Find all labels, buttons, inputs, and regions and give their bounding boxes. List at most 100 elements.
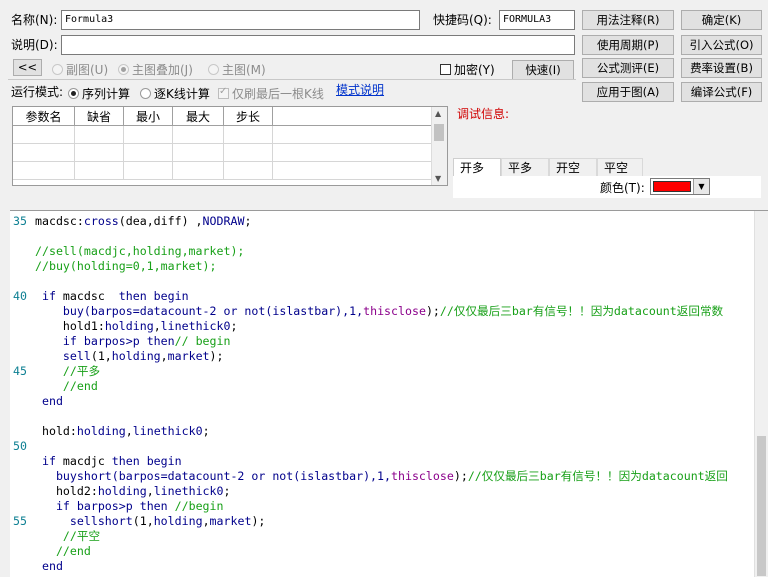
hotkey-label: 快捷码(Q): xyxy=(433,13,492,27)
code-token: //end xyxy=(35,379,98,393)
code-token: linethick0 xyxy=(153,484,224,498)
radio-main-chart[interactable]: 主图(M) xyxy=(208,61,266,78)
code-line[interactable]: hold2:holding,linethick0; xyxy=(10,484,231,499)
radio-circle xyxy=(118,64,129,75)
tab-close-short[interactable]: 平空 xyxy=(597,158,643,176)
color-select[interactable]: ▼ xyxy=(650,178,710,195)
params-header-cell: 缺省 xyxy=(74,107,124,126)
tab-open-short[interactable]: 开空 xyxy=(549,158,597,176)
name-input[interactable]: Formula3 xyxy=(61,10,420,30)
code-token: , xyxy=(202,514,210,528)
scroll-up-icon[interactable]: ▲ xyxy=(435,109,441,118)
code-token: //sell(macdjc,holding,market); xyxy=(35,244,245,258)
code-token: sell xyxy=(35,349,91,363)
refresh-last-bar-checkbox[interactable]: 仅刷最后一根K线 xyxy=(218,85,324,102)
editor-scrollbar[interactable] xyxy=(754,211,768,577)
radio-circle xyxy=(52,64,63,75)
radio-circle xyxy=(140,88,151,99)
code-token: then xyxy=(146,334,175,348)
code-line[interactable]: //end xyxy=(10,379,98,394)
fee-setting-button[interactable]: 费率设置(B) xyxy=(681,58,762,78)
params-header-cell: 最大 xyxy=(172,107,224,126)
hotkey-input[interactable]: FORMULA3 xyxy=(499,10,575,30)
code-token: market xyxy=(167,349,210,363)
tab-close-long[interactable]: 平多 xyxy=(501,158,549,176)
code-token: (1, xyxy=(132,514,154,528)
code-line[interactable] xyxy=(10,229,35,244)
scroll-thumb[interactable] xyxy=(757,436,766,576)
code-token: ); xyxy=(251,514,266,528)
code-line[interactable]: sell(1,holding,market); xyxy=(10,349,224,364)
scroll-thumb[interactable] xyxy=(434,124,444,141)
table-row[interactable] xyxy=(13,125,433,144)
code-token: //buy(holding=0,1,market); xyxy=(35,259,217,273)
params-scrollbar[interactable]: ▲ ▼ xyxy=(431,107,447,185)
code-token: ; xyxy=(202,424,210,438)
code-token: if xyxy=(35,334,84,348)
params-header-cell: 参数名 xyxy=(13,107,75,126)
model-desc-link[interactable]: 模式说明 xyxy=(336,83,384,97)
fast-test-button[interactable]: 快速(I) xyxy=(512,60,574,80)
code-line[interactable]: if barpos>p then //begin xyxy=(10,499,224,514)
code-line[interactable]: hold1:holding,linethick0; xyxy=(10,319,238,334)
params-header-row: 参数名 缺省 最小 最大 步长 xyxy=(13,107,433,126)
code-token: // begin xyxy=(174,334,231,348)
dropdown-arrow-icon[interactable]: ▼ xyxy=(693,179,709,194)
tab-open-long[interactable]: 开多 xyxy=(453,158,501,176)
code-line[interactable]: 50 xyxy=(10,439,35,454)
radio-sub-chart[interactable]: 副图(U) xyxy=(52,61,108,78)
code-line[interactable]: buy(barpos=datacount-2 or not(islastbar)… xyxy=(10,304,723,319)
code-line[interactable]: 55 sellshort(1,holding,market); xyxy=(10,514,265,529)
code-token: market xyxy=(209,514,252,528)
import-formula-button[interactable]: 引入公式(O) xyxy=(681,35,762,55)
code-line[interactable]: //end xyxy=(10,544,91,559)
usage-note-button[interactable]: 用法注释(R) xyxy=(582,10,674,30)
checkbox-box xyxy=(218,86,229,99)
line-number: 45 xyxy=(13,364,27,378)
code-token: buy xyxy=(35,304,84,318)
code-line[interactable]: if macdjc then begin xyxy=(10,454,182,469)
collapse-button[interactable]: << xyxy=(13,59,42,76)
table-row[interactable] xyxy=(13,143,433,162)
ok-button[interactable]: 确定(K) xyxy=(681,10,762,30)
desc-input[interactable] xyxy=(61,35,575,55)
code-line[interactable] xyxy=(10,274,35,289)
table-row[interactable] xyxy=(13,161,433,180)
code-editor[interactable]: 35 macdsc:cross(dea,diff) ,NODRAW; //sell(… xyxy=(10,210,768,577)
radio-sequence-calc[interactable]: 序列计算 xyxy=(68,85,130,102)
code-line[interactable]: if barpos>p then// begin xyxy=(10,334,231,349)
code-token: (islastbar),1, xyxy=(265,304,364,318)
code-token: or not xyxy=(223,304,266,318)
code-line[interactable]: 40 if macdsc then begin xyxy=(10,289,189,304)
code-line[interactable]: //平空 xyxy=(10,529,100,544)
radio-main-overlay[interactable]: 主图叠加(J) xyxy=(118,61,193,78)
code-line[interactable]: hold:holding,linethick0; xyxy=(10,424,210,439)
code-token: barpos>p xyxy=(83,334,147,348)
code-token: hold1: xyxy=(35,319,105,333)
code-line[interactable]: end xyxy=(10,394,63,409)
encrypt-checkbox[interactable]: 加密(Y) xyxy=(440,61,495,78)
code-line[interactable] xyxy=(10,409,35,424)
code-line[interactable]: end xyxy=(10,559,63,574)
code-line[interactable]: 45 //平多 xyxy=(10,364,100,379)
radio-per-bar-calc[interactable]: 逐K线计算 xyxy=(140,85,210,102)
line-number: 50 xyxy=(13,439,27,453)
code-line[interactable]: //sell(macdjc,holding,market); xyxy=(10,244,244,259)
code-token: , xyxy=(160,349,168,363)
apply-to-chart-button[interactable]: 应用于图(A) xyxy=(582,82,674,102)
code-token: if xyxy=(35,289,63,303)
use-period-button[interactable]: 使用周期(P) xyxy=(582,35,674,55)
scroll-down-icon[interactable]: ▼ xyxy=(435,174,441,183)
code-token: hold2: xyxy=(35,484,98,498)
code-token: //平空 xyxy=(35,529,101,543)
params-grid: 参数名 缺省 最小 最大 步长 ▲ ▼ xyxy=(12,106,448,186)
formula-eval-button[interactable]: 公式测评(E) xyxy=(582,58,674,78)
code-line[interactable]: 35 macdsc:cross(dea,diff) ,NODRAW; xyxy=(10,214,251,229)
code-line[interactable]: buyshort(barpos=datacount-2 or not(islas… xyxy=(10,469,728,484)
compile-formula-button[interactable]: 编译公式(F) xyxy=(681,82,762,102)
code-token: ; xyxy=(244,214,252,228)
code-line[interactable]: //buy(holding=0,1,market); xyxy=(10,259,216,274)
code-token: (1, xyxy=(90,349,112,363)
signal-tabs: 开多 平多 开空 平空 xyxy=(453,158,761,176)
code-token: ); xyxy=(453,469,468,483)
